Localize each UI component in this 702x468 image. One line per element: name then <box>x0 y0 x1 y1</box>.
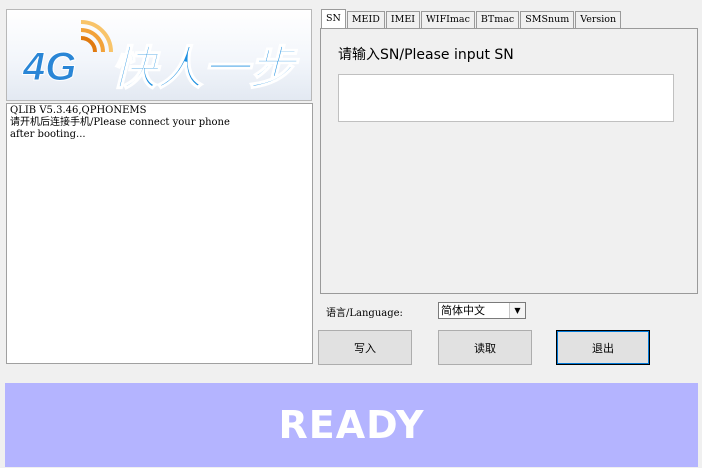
app-logo: 4G 快人一步 <box>6 9 312 101</box>
status-text: READY <box>278 403 425 447</box>
tab-meid[interactable]: MEID <box>346 11 385 28</box>
language-label: 语言/Language: <box>326 308 403 319</box>
log-output: QLIB V5.3.46,QPHONEMS 请开机后连接手机/Please co… <box>6 103 313 364</box>
logo-4g-text: 4G <box>22 45 76 89</box>
sn-input[interactable] <box>338 74 674 122</box>
tab-sn[interactable]: SN <box>321 9 346 28</box>
write-button[interactable]: 写入 <box>318 330 412 365</box>
language-selected-value: 简体中文 <box>441 304 485 317</box>
tab-wifimac[interactable]: WIFImac <box>421 11 475 28</box>
tab-smsnum[interactable]: SMSnum <box>520 11 575 28</box>
tab-bar: SN MEID IMEI WIFImac BTmac SMSnum Versio… <box>321 9 622 29</box>
exit-button[interactable]: 退出 <box>556 330 650 365</box>
logo-graphic: 4G 快人一步 <box>22 20 301 96</box>
read-button[interactable]: 读取 <box>438 330 532 365</box>
sn-panel: 请输入SN/Please input SN <box>320 28 698 294</box>
sn-prompt-label: 请输入SN/Please input SN <box>338 47 514 63</box>
tab-version[interactable]: Version <box>575 11 622 28</box>
status-banner: READY <box>5 383 698 467</box>
tab-imei[interactable]: IMEI <box>385 11 421 28</box>
language-select[interactable]: 简体中文 ▼ <box>438 302 526 319</box>
dropdown-arrow-icon[interactable]: ▼ <box>509 303 525 318</box>
logo-slogan-text: 快人一步 <box>111 41 300 95</box>
tab-btmac[interactable]: BTmac <box>475 11 520 28</box>
